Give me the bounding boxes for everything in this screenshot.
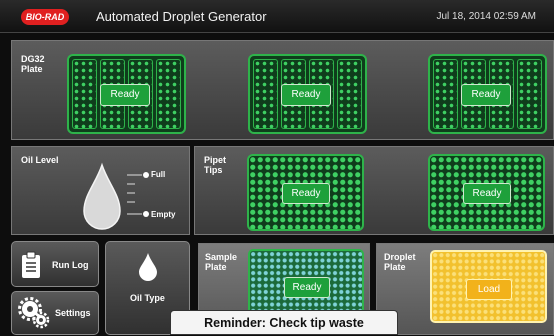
sample-plate-label: Sample Plate xyxy=(205,252,238,272)
droplet-plate-panel: Droplet Plate Load xyxy=(376,243,554,335)
dg32-plate-panel: DG32 Plate Ready Ready Ready xyxy=(11,40,554,140)
dg32-cartridge-2-status: Ready xyxy=(281,84,331,106)
oil-full-label: Full xyxy=(151,170,166,179)
oil-drop-icon xyxy=(83,162,121,230)
reminder-banner: Reminder: Check tip waste xyxy=(170,310,398,335)
pipet-tip-rack-1-status: Ready xyxy=(282,183,330,204)
droplet-plate-label: Droplet Plate xyxy=(384,252,416,272)
dg32-cartridge-3[interactable]: Ready xyxy=(428,54,547,134)
pipet-tip-rack-1[interactable]: Ready xyxy=(247,154,364,231)
title-bar: BIO-RAD Automated Droplet Generator Jul … xyxy=(0,0,554,33)
oil-level-panel: Oil Level Full Empty xyxy=(11,146,190,235)
oil-level-gauge xyxy=(83,162,149,230)
datetime-display: Jul 18, 2014 02:59 AM xyxy=(436,11,536,22)
dg32-cartridge-3-status: Ready xyxy=(461,84,511,106)
dg32-cartridge-2[interactable]: Ready xyxy=(248,54,367,134)
oil-drop-icon xyxy=(139,253,157,281)
dg32-cartridge-1[interactable]: Ready xyxy=(67,54,186,134)
sample-plate-status: Ready xyxy=(284,277,330,298)
run-log-label: Run Log xyxy=(52,260,89,270)
oil-level-label: Oil Level xyxy=(21,155,59,165)
oil-empty-label: Empty xyxy=(151,210,176,219)
run-log-button[interactable]: Run Log xyxy=(11,241,99,287)
app-title: Automated Droplet Generator xyxy=(96,9,267,24)
pipet-tips-label: Pipet Tips xyxy=(204,155,227,175)
gears-icon xyxy=(18,297,50,329)
droplet-plate-load-status: Load xyxy=(466,279,512,300)
bio-rad-logo: BIO-RAD xyxy=(21,9,69,25)
pipet-tip-rack-2-status: Ready xyxy=(463,183,511,204)
dg32-plate-label: DG32 Plate xyxy=(21,54,45,74)
pipet-tip-rack-2[interactable]: Ready xyxy=(428,154,545,231)
oil-type-label: Oil Type xyxy=(130,293,165,303)
dg32-cartridge-1-status: Ready xyxy=(100,84,150,106)
settings-button[interactable]: Settings xyxy=(11,291,99,335)
droplet-plate[interactable]: Load xyxy=(430,250,547,323)
settings-label: Settings xyxy=(55,308,91,318)
pipet-tips-panel: Pipet Tips Ready Ready xyxy=(194,146,554,235)
clipboard-icon xyxy=(22,251,40,278)
